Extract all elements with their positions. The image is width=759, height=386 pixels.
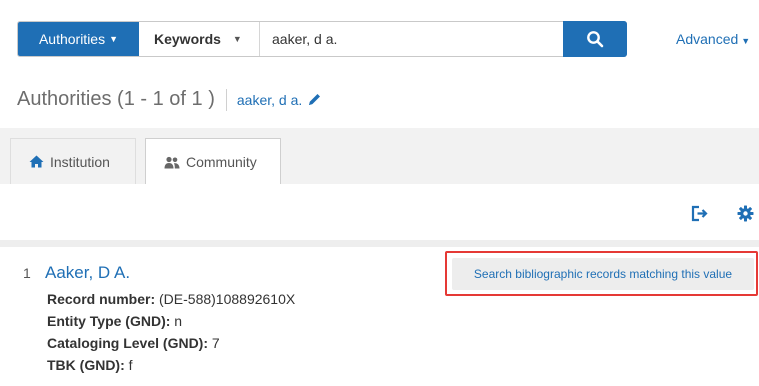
field-value: f	[128, 357, 133, 373]
caret-down-icon: ▼	[741, 36, 751, 46]
field-label: Cataloging Level (GND):	[47, 335, 209, 351]
record-field-entity-type: Entity Type (GND): n	[47, 313, 182, 329]
advanced-search-link[interactable]: Advanced ▼	[676, 31, 750, 47]
search-scope-label: Authorities	[38, 31, 106, 47]
search-input[interactable]	[260, 22, 563, 56]
page-title: Authorities (1 - 1 of 1 )	[17, 88, 215, 110]
search-bar: Authorities ▼ Keywords ▼	[17, 21, 627, 57]
results-toolbar	[0, 184, 759, 240]
tab-institution[interactable]: Institution	[10, 138, 136, 184]
gear-icon	[737, 205, 753, 221]
settings-button[interactable]	[735, 204, 755, 222]
field-label: Entity Type (GND):	[47, 313, 171, 329]
caret-down-icon: ▼	[109, 34, 119, 44]
search-button[interactable]	[563, 21, 627, 57]
results-title-bar: Authorities (1 - 1 of 1 ) aaker, d a.	[17, 88, 322, 111]
title-divider	[225, 88, 227, 111]
search-bibliographic-records-button[interactable]: Search bibliographic records matching th…	[452, 258, 754, 290]
tab-strip: Institution Community	[0, 128, 759, 185]
record-field-cataloging-level: Cataloging Level (GND): 7	[47, 335, 220, 351]
caret-down-icon: ▼	[232, 34, 242, 44]
search-scope-dropdown[interactable]: Authorities ▼	[18, 22, 139, 56]
edit-query-link[interactable]: aaker, d a.	[237, 92, 322, 108]
field-label: Record number:	[47, 291, 156, 307]
field-value: (DE-588)108892610X	[159, 291, 296, 307]
record-heading-link[interactable]: Aaker, D A.	[45, 263, 130, 283]
results-divider	[0, 240, 759, 247]
record-field-tbk: TBK (GND): f	[47, 357, 133, 373]
search-field-label: Keywords	[154, 31, 221, 47]
users-icon	[164, 156, 180, 169]
query-link-text: aaker, d a.	[236, 91, 303, 108]
record-field-record-number: Record number: (DE-588)108892610X	[47, 291, 295, 307]
search-icon	[587, 31, 604, 48]
field-value: 7	[211, 335, 220, 351]
export-icon	[691, 205, 708, 221]
field-label: TBK (GND):	[47, 357, 125, 373]
home-icon	[29, 155, 44, 168]
tab-community-label: Community	[186, 154, 257, 170]
advanced-search-label: Advanced	[676, 31, 739, 47]
tab-community[interactable]: Community	[145, 138, 281, 185]
field-value: n	[174, 313, 183, 329]
search-field-dropdown[interactable]: Keywords ▼	[139, 22, 260, 56]
record-number-index: 1	[23, 265, 31, 281]
pencil-icon	[309, 94, 321, 105]
tab-institution-label: Institution	[50, 153, 110, 170]
export-button[interactable]	[689, 204, 709, 222]
